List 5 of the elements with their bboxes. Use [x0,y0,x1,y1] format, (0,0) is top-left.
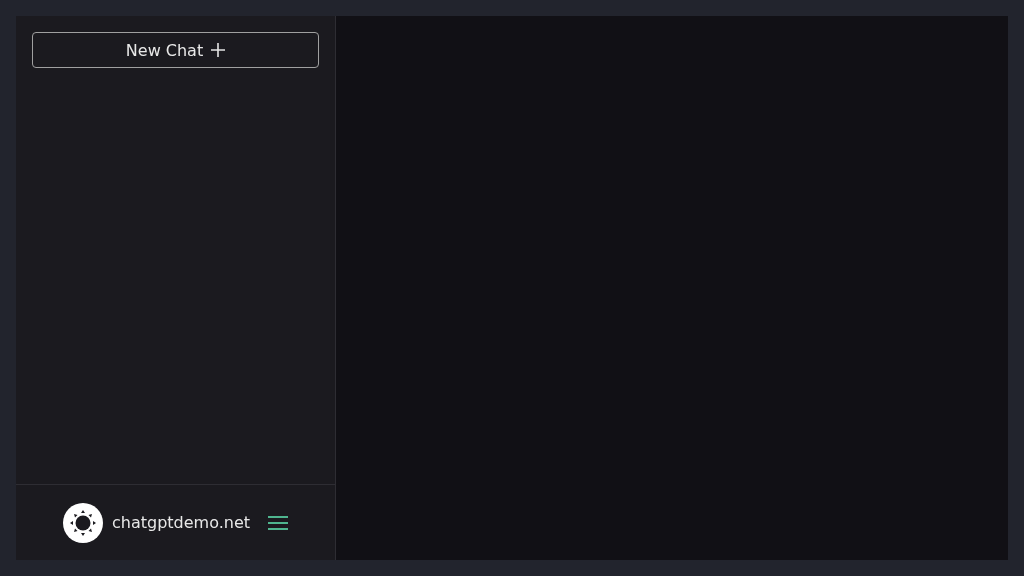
plus-icon [211,43,226,57]
sun-logo-icon [62,502,103,543]
new-chat-button[interactable]: New Chat [32,32,319,68]
menu-icon[interactable] [268,515,288,530]
site-name: chatgptdemo.net [111,513,250,532]
